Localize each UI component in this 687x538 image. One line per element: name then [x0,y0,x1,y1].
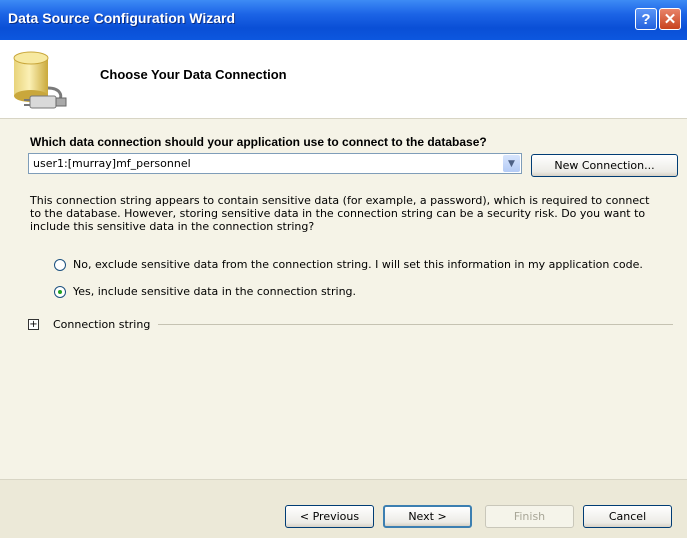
help-button[interactable]: ? [635,8,657,30]
connection-string-label: Connection string [53,317,151,331]
radio-exclude-sensitive[interactable]: No, exclude sensitive data from the conn… [54,258,643,271]
wizard-content: Which data connection should your applic… [0,119,687,479]
new-connection-button[interactable]: New Connection... [531,154,678,177]
database-icon [13,51,67,109]
sensitive-data-description: This connection string appears to contai… [30,194,650,233]
expander-divider [158,323,673,325]
connection-dropdown-value: user1:[murray]mf_personnel [33,157,191,170]
radio-label-yes: Yes, include sensitive data in the conne… [73,285,357,298]
wizard-footer: < Previous Next > Finish Cancel [0,479,687,538]
wizard-header: Choose Your Data Connection [0,40,687,119]
page-title: Choose Your Data Connection [100,67,287,82]
radio-label-no: No, exclude sensitive data from the conn… [73,258,643,271]
expand-plus-icon[interactable]: + [28,318,39,330]
radio-button-yes[interactable] [54,285,66,298]
help-icon: ? [641,10,651,28]
wizard-window: Data Source Configuration Wizard ? ✕ Cho… [0,0,687,538]
connection-string-expander[interactable]: + Connection string [28,317,673,331]
chevron-down-icon[interactable]: ▼ [503,155,520,172]
title-bar[interactable]: Data Source Configuration Wizard ? ✕ [0,0,687,40]
close-button[interactable]: ✕ [659,8,681,30]
window-title: Data Source Configuration Wizard [8,10,236,26]
finish-button[interactable]: Finish [485,505,574,528]
radio-include-sensitive[interactable]: Yes, include sensitive data in the conne… [54,285,356,298]
radio-button-no[interactable] [54,258,66,271]
close-icon: ✕ [663,11,677,28]
previous-button[interactable]: < Previous [285,505,374,528]
connection-dropdown[interactable]: user1:[murray]mf_personnel ▼ [28,153,522,174]
connection-question: Which data connection should your applic… [30,135,487,149]
cancel-button[interactable]: Cancel [583,505,672,528]
next-button[interactable]: Next > [383,505,472,528]
